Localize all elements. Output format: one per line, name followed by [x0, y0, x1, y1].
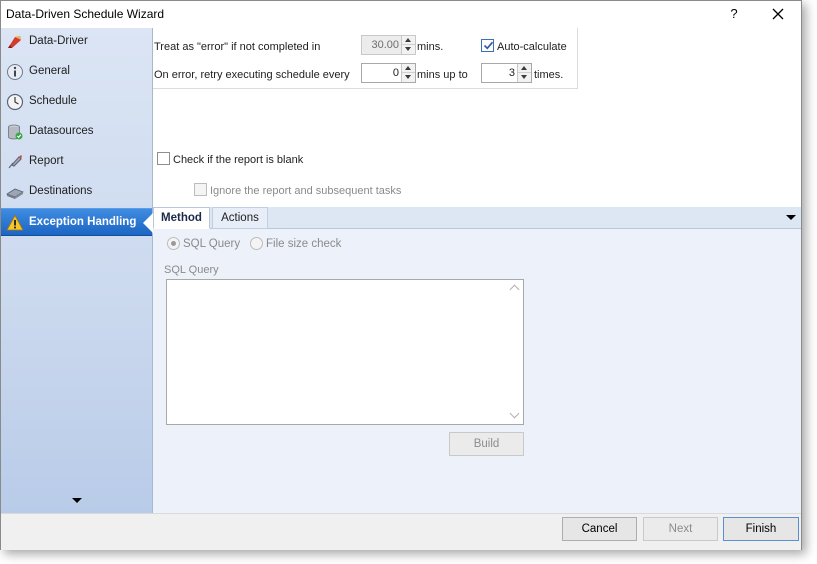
ignore-report-label: Ignore the report and subsequent tasks: [210, 185, 402, 197]
stepper-up-icon[interactable]: [518, 64, 531, 73]
stepper-arrows[interactable]: [401, 64, 415, 82]
warning-icon: [6, 214, 24, 231]
sidebar-item-schedule[interactable]: Schedule: [1, 88, 152, 116]
checkmark-icon: [483, 41, 494, 50]
main-panel: Treat as "error" if not completed in 30.…: [153, 28, 801, 513]
scroll-down-icon[interactable]: [509, 408, 520, 419]
file-size-check-radio-label: File size check: [266, 238, 342, 250]
sidebar-item-report[interactable]: Report: [1, 148, 152, 176]
database-icon: [8, 124, 23, 140]
retry-count-stepper[interactable]: 3: [481, 63, 532, 83]
scroll-up-icon[interactable]: [509, 284, 520, 295]
stepper-down-icon[interactable]: [518, 73, 531, 82]
cancel-button[interactable]: Cancel: [562, 517, 637, 541]
sidebar-item-label: Exception Handling: [29, 216, 137, 228]
retry-count-unit: times.: [534, 69, 564, 81]
tab-actions[interactable]: Actions: [212, 207, 268, 229]
destinations-icon: [6, 188, 24, 199]
sql-query-textarea[interactable]: [166, 279, 524, 425]
stepper-arrows[interactable]: [401, 36, 415, 54]
sidebar-item-general[interactable]: General: [1, 58, 152, 86]
sidebar-item-label: General: [29, 65, 70, 77]
finish-button[interactable]: Finish: [723, 517, 799, 541]
close-icon: [772, 8, 784, 20]
file-size-check-radio[interactable]: [250, 237, 263, 250]
title-bar: Data-Driven Schedule Wizard ?: [1, 1, 801, 28]
timeout-settings-group: Treat as "error" if not completed in 30.…: [153, 28, 578, 89]
tab-method[interactable]: Method: [153, 207, 210, 229]
close-button[interactable]: [761, 3, 795, 25]
retry-count-value: 3: [508, 67, 515, 79]
sidebar-item-exception-handling[interactable]: Exception Handling: [1, 208, 153, 236]
sidebar-item-label: Schedule: [29, 95, 77, 107]
sidebar-item-label: Datasources: [29, 125, 94, 137]
stepper-down-icon[interactable]: [402, 73, 415, 82]
info-icon: [7, 64, 23, 80]
sidebar-item-label: Data-Driver: [29, 35, 88, 47]
wizard-sidebar: Data-Driver General Schedule Datasources…: [1, 28, 153, 513]
wizard-footer: Cancel Next Finish: [1, 513, 801, 550]
clock-icon: [6, 93, 24, 111]
sidebar-item-label: Destinations: [29, 185, 93, 197]
check-blank-report-checkbox[interactable]: [157, 152, 170, 165]
wizard-window: Data-Driven Schedule Wizard ? Data-Drive…: [0, 0, 802, 550]
stepper-up-icon[interactable]: [402, 36, 415, 45]
report-icon: [8, 155, 22, 169]
sidebar-item-destinations[interactable]: Destinations: [1, 178, 152, 206]
help-button[interactable]: ?: [717, 3, 751, 25]
error-timeout-unit: mins.: [417, 41, 444, 53]
exception-tabs: Method Actions: [153, 207, 801, 229]
method-tab-content: SQL Query File size check SQL Query Buil…: [153, 229, 801, 513]
stepper-down-icon[interactable]: [402, 45, 415, 54]
error-timeout-value: 30.00: [371, 39, 399, 51]
sidebar-item-datasources[interactable]: Datasources: [1, 118, 152, 146]
sidebar-scroll-down-icon[interactable]: [72, 498, 82, 503]
build-button[interactable]: Build: [449, 432, 524, 456]
tab-menu-chevron-down-icon[interactable]: [786, 215, 796, 220]
ignore-report-checkbox[interactable]: [194, 183, 207, 196]
next-button[interactable]: Next: [643, 517, 718, 541]
sql-query-radio-label: SQL Query: [183, 238, 241, 250]
stepper-arrows[interactable]: [517, 64, 531, 82]
error-timeout-stepper[interactable]: 30.00: [361, 35, 416, 55]
stepper-up-icon[interactable]: [402, 64, 415, 73]
auto-calculate-label: Auto-calculate: [497, 41, 567, 53]
window-title: Data-Driven Schedule Wizard: [6, 7, 165, 21]
retry-interval-unit: mins up to: [417, 69, 468, 81]
sql-query-radio[interactable]: [167, 237, 180, 250]
sidebar-item-label: Report: [29, 155, 64, 167]
check-blank-report-label: Check if the report is blank: [173, 154, 304, 166]
retry-label: On error, retry executing schedule every: [154, 69, 350, 81]
retry-interval-stepper[interactable]: 0: [361, 63, 416, 83]
sql-query-label: SQL Query: [164, 264, 219, 276]
textarea-scrollbar[interactable]: [507, 280, 523, 424]
data-driver-icon: [8, 36, 21, 48]
sidebar-item-data-driver[interactable]: Data-Driver: [1, 28, 152, 56]
retry-interval-value: 0: [392, 67, 399, 79]
auto-calculate-checkbox[interactable]: [481, 39, 494, 52]
error-timeout-label: Treat as "error" if not completed in: [154, 41, 321, 53]
